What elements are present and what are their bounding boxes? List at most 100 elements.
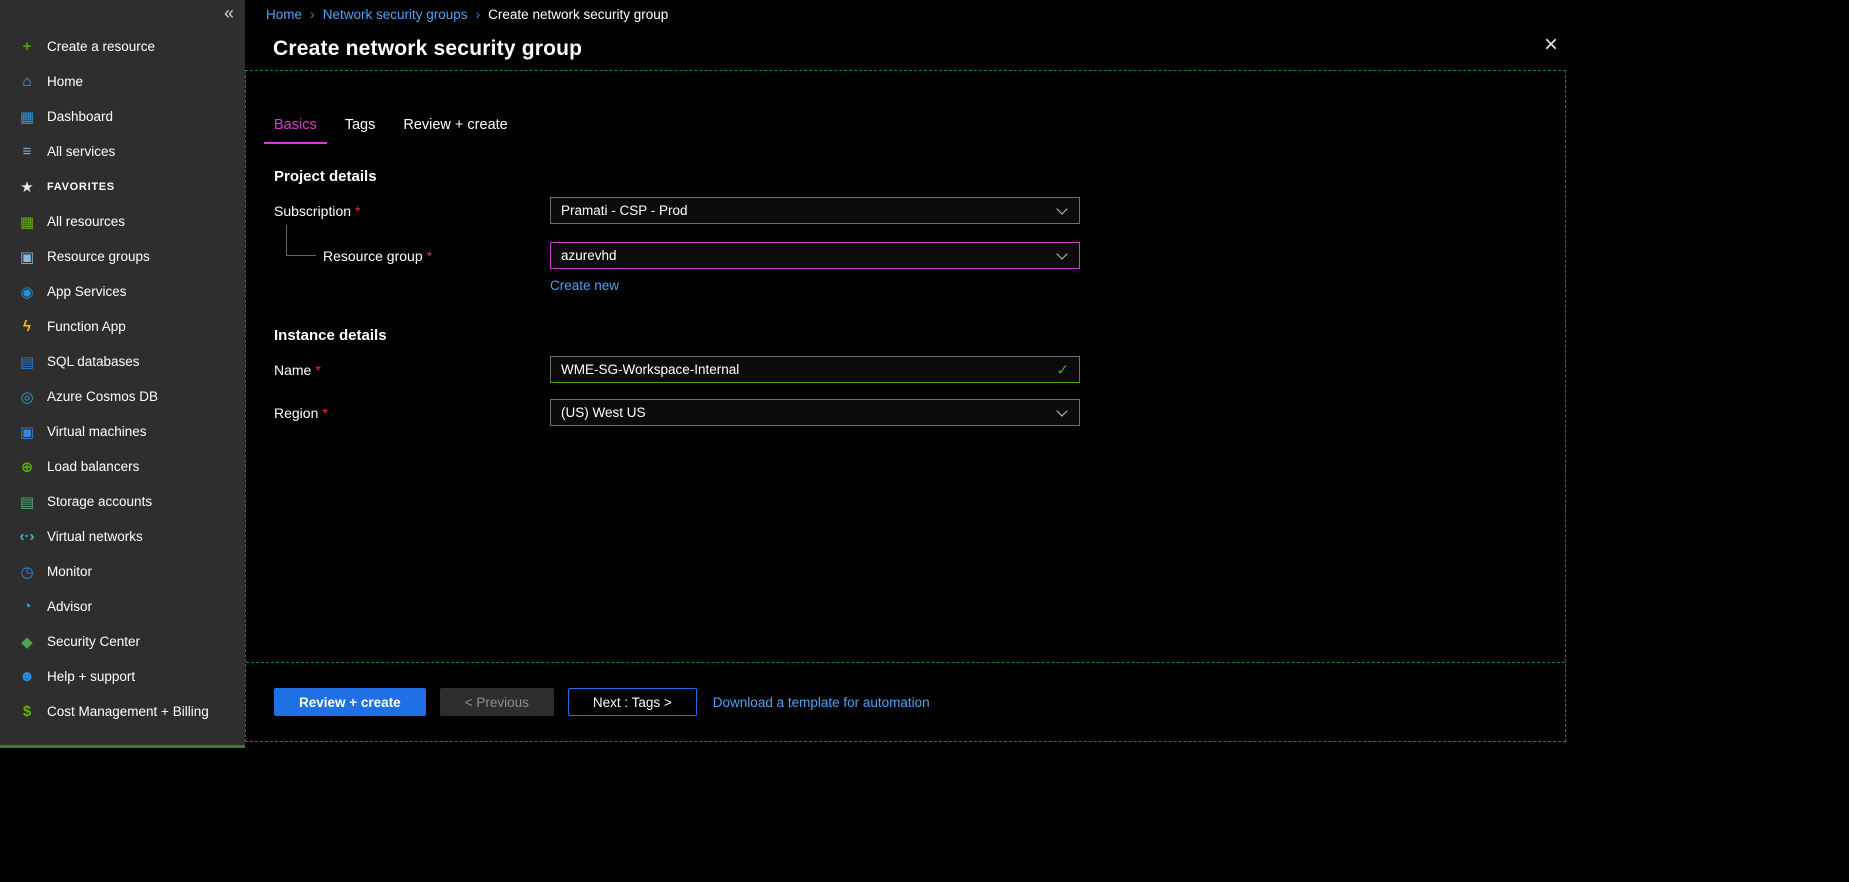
sidebar-item-label: App Services	[47, 284, 127, 299]
sidebar-item-security-center[interactable]: ◆ Security Center	[0, 624, 245, 659]
sidebar-item-storage-accounts[interactable]: ▤ Storage accounts	[0, 484, 245, 519]
sidebar-nav: + Create a resource ⌂ Home ▦ Dashboard ≡…	[0, 0, 245, 729]
sidebar-item-function-app[interactable]: ϟ Function App	[0, 309, 245, 344]
sidebar-item-label: Cost Management + Billing	[47, 704, 209, 719]
page-title: Create network security group	[273, 37, 582, 61]
review-create-button[interactable]: Review + create	[274, 688, 426, 716]
sidebar-item-label: Storage accounts	[47, 494, 152, 509]
sidebar-item-home[interactable]: ⌂ Home	[0, 64, 245, 99]
sidebar-collapse-button[interactable]: «	[224, 3, 234, 24]
chevron-down-icon	[1056, 405, 1067, 416]
security-center-icon: ◆	[17, 633, 37, 651]
sidebar-item-app-services[interactable]: ◉ App Services	[0, 274, 245, 309]
sidebar-item-label: Advisor	[47, 599, 92, 614]
sql-databases-icon: ▤	[17, 353, 37, 371]
breadcrumb: Home › Network security groups › Create …	[245, 0, 1849, 28]
download-template-link[interactable]: Download a template for automation	[713, 695, 930, 710]
function-app-icon: ϟ	[17, 318, 37, 335]
home-icon: ⌂	[17, 73, 37, 90]
chevron-down-icon	[1056, 248, 1067, 259]
required-marker: *	[427, 248, 432, 264]
name-row: Name* WME-SG-Workspace-Internal ✓	[274, 356, 1565, 383]
sidebar-item-all-services[interactable]: ≡ All services	[0, 134, 245, 169]
subscription-select[interactable]: Pramati - CSP - Prod	[550, 197, 1080, 224]
sidebar-item-label: All services	[47, 144, 115, 159]
region-row: Region* (US) West US	[274, 399, 1565, 426]
sidebar-item-all-resources[interactable]: ▦ All resources	[0, 204, 245, 239]
subscription-value: Pramati - CSP - Prod	[561, 203, 688, 218]
tab-tags[interactable]: Tags	[335, 113, 386, 144]
sidebar-item-load-balancers[interactable]: ⊕ Load balancers	[0, 449, 245, 484]
blade-footer: Review + create < Previous Next : Tags >…	[246, 662, 1565, 741]
sidebar-item-label: Virtual networks	[47, 529, 143, 544]
collapse-chevrons-icon: «	[224, 3, 234, 23]
name-label: Name*	[274, 362, 550, 378]
sidebar-item-dashboard[interactable]: ▦ Dashboard	[0, 99, 245, 134]
required-marker: *	[322, 405, 327, 421]
tab-basics[interactable]: Basics	[264, 113, 327, 144]
sidebar-item-virtual-machines[interactable]: ▣ Virtual machines	[0, 414, 245, 449]
sidebar-item-azure-cosmos-db[interactable]: ◎ Azure Cosmos DB	[0, 379, 245, 414]
breadcrumb-network-security-groups-link[interactable]: Network security groups	[323, 7, 468, 22]
help-support-icon: ☻	[17, 668, 37, 685]
previous-button[interactable]: < Previous	[440, 688, 554, 716]
sidebar-item-label: All resources	[47, 214, 125, 229]
name-value: WME-SG-Workspace-Internal	[561, 362, 739, 377]
breadcrumb-separator-icon: ›	[476, 6, 481, 22]
star-icon: ★	[17, 178, 37, 196]
instance-details-heading: Instance details	[274, 327, 1565, 344]
load-balancers-icon: ⊕	[17, 458, 37, 476]
region-value: (US) West US	[561, 405, 646, 420]
virtual-machines-icon: ▣	[17, 423, 37, 441]
app-services-icon: ◉	[17, 283, 37, 301]
breadcrumb-home-link[interactable]: Home	[266, 7, 302, 22]
resource-group-row: Resource group* azurevhd	[274, 242, 1565, 269]
all-resources-icon: ▦	[17, 213, 37, 231]
sidebar-item-monitor[interactable]: ◷ Monitor	[0, 554, 245, 589]
sidebar-item-help-support[interactable]: ☻ Help + support	[0, 659, 245, 694]
azure-portal: « + Create a resource ⌂ Home ▦ Dashboard…	[0, 0, 1849, 882]
tab-review-create[interactable]: Review + create	[393, 113, 517, 144]
chevron-down-icon	[1056, 203, 1067, 214]
sidebar-favorites-header: ★ FAVORITES	[0, 169, 245, 204]
region-select[interactable]: (US) West US	[550, 399, 1080, 426]
sidebar-item-label: SQL databases	[47, 354, 140, 369]
resource-groups-icon: ▣	[17, 248, 37, 266]
subscription-row: Subscription* Pramati - CSP - Prod	[274, 197, 1565, 224]
region-label: Region*	[274, 405, 550, 421]
tab-bar: Basics Tags Review + create	[264, 113, 1565, 144]
breadcrumb-current-page: Create network security group	[488, 7, 668, 22]
sidebar-item-label: Function App	[47, 319, 126, 334]
subscription-label: Subscription*	[274, 203, 550, 219]
project-details-heading: Project details	[274, 168, 1565, 185]
virtual-networks-icon: ‹·›	[17, 528, 37, 545]
breadcrumb-separator-icon: ›	[310, 6, 315, 22]
monitor-icon: ◷	[17, 563, 37, 581]
storage-accounts-icon: ▤	[17, 493, 37, 511]
create-new-link[interactable]: Create new	[550, 278, 619, 293]
sidebar-item-label: Help + support	[47, 669, 135, 684]
sidebar-top-items: + Create a resource ⌂ Home ▦ Dashboard ≡…	[0, 29, 245, 169]
resource-group-value: azurevhd	[561, 248, 617, 263]
sidebar-item-resource-groups[interactable]: ▣ Resource groups	[0, 239, 245, 274]
name-input[interactable]: WME-SG-Workspace-Internal ✓	[550, 356, 1080, 383]
close-icon[interactable]: ×	[1544, 33, 1558, 57]
sidebar-item-virtual-networks[interactable]: ‹·› Virtual networks	[0, 519, 245, 554]
sidebar-item-create-a-resource[interactable]: + Create a resource	[0, 29, 245, 64]
sidebar-item-label: Resource groups	[47, 249, 150, 264]
sidebar-item-label: Load balancers	[47, 459, 139, 474]
indent-connector-line	[286, 225, 316, 256]
sidebar: « + Create a resource ⌂ Home ▦ Dashboard…	[0, 0, 245, 748]
sidebar-favorite-items: ▦ All resources ▣ Resource groups ◉ App …	[0, 204, 245, 729]
sidebar-item-sql-databases[interactable]: ▤ SQL databases	[0, 344, 245, 379]
sidebar-item-cost-management-billing[interactable]: $ Cost Management + Billing	[0, 694, 245, 729]
resource-group-select[interactable]: azurevhd	[550, 242, 1080, 269]
next-tags-button[interactable]: Next : Tags >	[568, 688, 697, 716]
sidebar-item-label: Home	[47, 74, 83, 89]
sidebar-item-label: Security Center	[47, 634, 140, 649]
sidebar-item-label: Monitor	[47, 564, 92, 579]
sidebar-item-advisor[interactable]: ◔ Advisor	[0, 589, 245, 624]
dashboard-icon: ▦	[17, 108, 37, 126]
valid-check-icon: ✓	[1056, 361, 1069, 379]
sidebar-item-label: Create a resource	[47, 39, 155, 54]
